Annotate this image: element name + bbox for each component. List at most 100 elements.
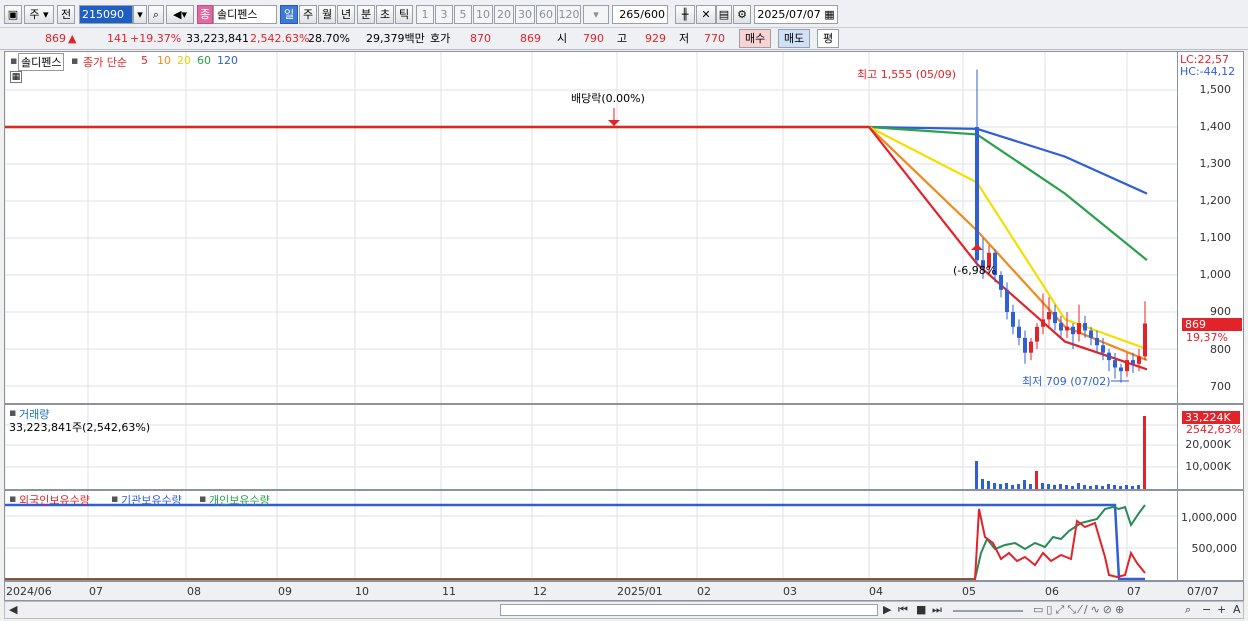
count-field[interactable]: 265/600: [612, 5, 668, 24]
period-select-value: 주: [29, 8, 40, 21]
interval-20[interactable]: 20: [494, 5, 514, 24]
scroll-right-icon[interactable]: ▶: [883, 603, 891, 616]
ma-10[interactable]: 10: [157, 54, 171, 67]
quote-turnover: 28.70%: [308, 32, 350, 45]
period-select[interactable]: 주 ▾: [24, 5, 54, 24]
candle-icon[interactable]: ╫: [675, 5, 695, 24]
rewind-icon[interactable]: ⏮: [898, 603, 908, 617]
y-tick: 1,100: [1199, 231, 1232, 244]
main-toolbar: ▣ 주 ▾ 전 215090 ▾ ⌕ ◀▾ 종 솔디펜스 일 주 월 년 분 초…: [0, 0, 1248, 28]
volume-bar: [1089, 486, 1092, 489]
interval-120[interactable]: 120: [557, 5, 581, 24]
ma-120[interactable]: 120: [217, 54, 238, 67]
candle-body: [1125, 360, 1129, 372]
x-label: 10: [355, 585, 369, 598]
text-tool-icon[interactable]: A: [1233, 603, 1241, 616]
interval-10[interactable]: 10: [473, 5, 493, 24]
period-tick[interactable]: 틱: [395, 5, 413, 24]
cross-icon[interactable]: ✕: [696, 5, 716, 24]
candle-body: [1053, 312, 1057, 324]
candle-body: [1101, 345, 1105, 353]
candle-body: [1083, 323, 1087, 331]
prev-button[interactable]: 전: [57, 5, 75, 24]
bid-price-1: 870: [470, 32, 491, 45]
date-axis[interactable]: 2024/06 07 08 09 10 11 12 2025/01 02 03 …: [4, 581, 1244, 601]
quote-volume: 33,223,841: [186, 32, 249, 45]
stop-icon[interactable]: ■: [916, 603, 926, 616]
price-axis[interactable]: LC:22,57 HC:-44,12 1,500 1,400 1,300 1,2…: [1178, 51, 1244, 404]
sound-icon[interactable]: ◀▾: [166, 5, 194, 24]
period-year[interactable]: 년: [337, 5, 355, 24]
gear-icon[interactable]: ⚙: [733, 5, 751, 24]
ma-20[interactable]: 20: [177, 54, 191, 67]
search-icon[interactable]: ⌕: [148, 5, 164, 24]
grid-icon[interactable]: ▦: [10, 71, 22, 83]
quote-price: 869: [45, 32, 66, 45]
quote-amount: 29,379백만: [366, 32, 425, 45]
price-panel[interactable]: ▪ 솔디펜스 ▪ 종가 단순 5 10 20 60 120 ▦ 최고 1,555…: [4, 51, 1178, 404]
volume-axis[interactable]: 33,224K 2542,63% 20,000K 10,000K: [1178, 404, 1244, 490]
x-label: 07: [89, 585, 103, 598]
x-label: 11: [442, 585, 456, 598]
zoom-slider[interactable]: [953, 610, 1023, 612]
interval-dropdown-icon[interactable]: ▾: [583, 5, 609, 24]
period-second[interactable]: 초: [376, 5, 394, 24]
high-label: 고: [617, 32, 628, 45]
candle-body: [975, 127, 979, 261]
y-tick: 1,200: [1199, 194, 1232, 207]
interval-5[interactable]: 5: [454, 5, 472, 24]
open-label: 시: [557, 32, 568, 45]
interval-30[interactable]: 30: [515, 5, 535, 24]
period-month[interactable]: 월: [318, 5, 336, 24]
zoom-search-icon[interactable]: ⌕: [1185, 603, 1191, 617]
candle-body: [1017, 326, 1021, 338]
period-day[interactable]: 일: [280, 5, 298, 24]
interval-60[interactable]: 60: [536, 5, 556, 24]
stock-chip[interactable]: 솔디펜스: [18, 53, 65, 71]
quote-change-pct: +19.37%: [130, 32, 182, 45]
date-field[interactable]: 2025/07/07 ▦: [754, 5, 838, 24]
period-week[interactable]: 주: [299, 5, 317, 24]
forward-icon[interactable]: ⏭: [932, 603, 942, 617]
individual-holding-label[interactable]: 개인보유수량: [209, 492, 270, 508]
zoom-out-icon[interactable]: −: [1202, 603, 1211, 616]
window-icon[interactable]: ▣: [4, 5, 22, 24]
candle-body: [1131, 360, 1135, 364]
nav-bar: ◀ ▶ ⏮ ■ ⏭ ▭▯⤢⤡⁄∕∿⊘⊕ ⌕ − + A: [4, 601, 1244, 619]
save-icon[interactable]: ▤: [716, 5, 732, 24]
interval-3[interactable]: 3: [435, 5, 453, 24]
x-right-label: 07/07: [1187, 585, 1219, 598]
interval-1[interactable]: 1: [416, 5, 434, 24]
code-dropdown-icon[interactable]: ▾: [133, 5, 147, 24]
candle-body: [1005, 289, 1009, 312]
scroll-left-icon[interactable]: ◀: [9, 603, 17, 616]
scroll-thumb[interactable]: [500, 604, 878, 616]
y-tick: 500,000: [1191, 542, 1238, 555]
sell-button[interactable]: 매도: [778, 29, 811, 48]
institution-holding-label[interactable]: 기관보유수량: [121, 492, 182, 508]
holding-axis[interactable]: 1,000,000 500,000: [1178, 490, 1244, 581]
volume-bar: [999, 484, 1002, 489]
ma-label[interactable]: 종가 단순: [83, 54, 127, 70]
candle-body: [1089, 330, 1093, 338]
buy-button[interactable]: 매수: [739, 29, 772, 48]
period-minute[interactable]: 분: [357, 5, 375, 24]
calendar-icon[interactable]: ▦: [821, 8, 834, 21]
stock-name-field[interactable]: 솔디펜스: [213, 5, 277, 24]
y-tick: 1,000,000: [1181, 511, 1237, 524]
candle-body: [999, 275, 1003, 290]
ma-5[interactable]: 5: [141, 54, 148, 67]
drop-marker-icon: [971, 244, 983, 250]
candle-body: [1059, 323, 1063, 331]
foreign-holding-label[interactable]: 외국인보유수량: [19, 492, 90, 508]
candle-body: [1029, 341, 1033, 353]
drawing-tools-icon[interactable]: ▭▯⤢⤡⁄∕∿⊘⊕: [1033, 603, 1127, 617]
holding-panel[interactable]: ▪ 외국인보유수량 ▪ 기관보유수량 ▪ 개인보유수량: [4, 490, 1178, 581]
flat-button[interactable]: 평: [817, 29, 840, 48]
zoom-in-icon[interactable]: +: [1217, 603, 1226, 616]
ma-60[interactable]: 60: [197, 54, 211, 67]
stock-code-input[interactable]: 215090: [79, 5, 133, 24]
low-label: 저: [679, 32, 690, 45]
current-pct: 19,37%: [1186, 331, 1228, 344]
volume-panel[interactable]: ▪ 거래량 33,223,841주(2,542,63%): [4, 404, 1178, 490]
